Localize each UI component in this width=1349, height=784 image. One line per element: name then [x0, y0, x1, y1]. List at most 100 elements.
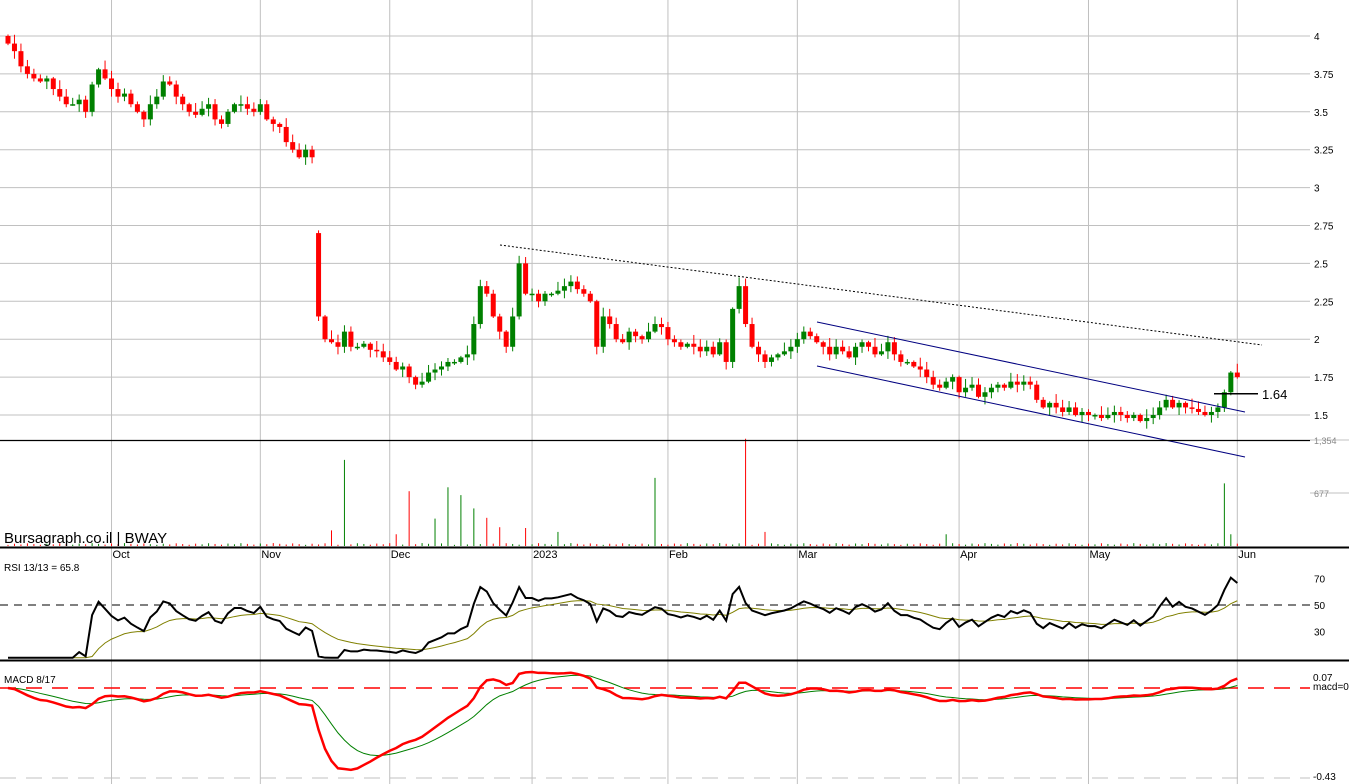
rsi-tick-label: 70	[1314, 575, 1326, 586]
candle-body	[361, 343, 367, 347]
candle-body	[665, 327, 671, 340]
candle-body	[1215, 407, 1221, 412]
candle-body	[1202, 411, 1208, 415]
candle-body	[762, 354, 768, 362]
candle-body	[387, 357, 393, 362]
candle-body	[866, 342, 872, 347]
candle-body	[154, 96, 160, 105]
macd-bottom-label: -0.43	[1313, 772, 1336, 783]
candle-body	[76, 99, 82, 105]
candle-body	[717, 342, 723, 355]
x-tick-label: Feb	[669, 549, 688, 561]
candle-body	[574, 281, 580, 290]
candle-body	[898, 354, 904, 362]
candle-body	[840, 346, 846, 352]
candle-body	[723, 342, 729, 362]
candle-body	[807, 331, 813, 337]
rsi-tick-label: 30	[1314, 627, 1326, 638]
candle-body	[419, 381, 425, 385]
candle-body	[160, 81, 166, 97]
candle-body	[109, 78, 115, 90]
x-tick-label: Jun	[1238, 549, 1256, 561]
candle-body	[283, 126, 289, 143]
candle-body	[1228, 372, 1234, 393]
candle-body	[1079, 411, 1085, 415]
candle-body	[904, 361, 910, 364]
candle-body	[658, 324, 664, 328]
candle-body	[102, 69, 108, 79]
candle-body	[316, 233, 322, 317]
candle-body	[1034, 384, 1040, 400]
candle-body	[891, 342, 897, 355]
candle-body	[859, 342, 865, 347]
candle-body	[788, 346, 794, 352]
candle-body	[1098, 415, 1104, 419]
candle-body	[704, 346, 710, 352]
candle-body	[147, 104, 153, 120]
candle-body	[587, 293, 593, 302]
stock-chart: 1.64 Bursagraph.co.il | BWAY Oct Nov Dec 20…	[0, 0, 1349, 784]
candle-body	[548, 293, 554, 296]
candle-body	[167, 81, 173, 85]
candle-body	[1001, 384, 1007, 388]
candle-body	[426, 372, 432, 382]
candle-body	[219, 119, 225, 124]
candle-body	[18, 51, 24, 67]
candle-body	[44, 78, 50, 82]
candle-body	[1105, 415, 1111, 419]
candle-body	[432, 369, 438, 373]
candle-body	[626, 331, 632, 343]
candle-body	[878, 351, 884, 355]
candle-body	[872, 346, 878, 355]
candle-body	[458, 357, 464, 362]
candle-body	[329, 339, 334, 343]
candle-body	[115, 89, 121, 97]
candle-body	[1111, 411, 1117, 415]
candle-body	[1118, 411, 1124, 415]
price-tick-label: 2.75	[1314, 222, 1334, 233]
candle-body	[1014, 381, 1020, 385]
price-tick-label: 2	[1314, 335, 1320, 346]
candle-body	[846, 351, 852, 358]
candle-body	[490, 293, 496, 317]
volume-tick-label: 677	[1314, 489, 1329, 499]
candle-body	[1040, 399, 1046, 408]
candle-body	[568, 281, 574, 287]
volume-tick-label: 1,354	[1314, 436, 1337, 446]
candle-body	[1131, 415, 1137, 419]
candle-body	[225, 111, 231, 124]
candle-body	[173, 84, 179, 97]
candle-body	[1183, 402, 1189, 408]
candle-body	[1047, 402, 1053, 408]
price-tick-label: 1.75	[1314, 373, 1334, 384]
candle-body	[1008, 381, 1014, 388]
candle-body	[206, 104, 212, 109]
candle-body	[1157, 407, 1163, 415]
candle-body	[1066, 407, 1072, 412]
candle-body	[1137, 415, 1143, 422]
candle-body	[380, 351, 386, 358]
candle-body	[484, 286, 490, 294]
candle-body	[633, 331, 639, 337]
candle-body	[180, 96, 186, 105]
candle-body	[374, 349, 380, 352]
candle-body	[529, 293, 535, 296]
candle-body	[96, 69, 102, 85]
candle-body	[238, 104, 244, 106]
rsi-tick-label: 50	[1314, 601, 1326, 612]
candle-body	[270, 119, 276, 124]
candle-body	[1234, 372, 1240, 378]
candle-body	[542, 293, 548, 302]
candle-body	[290, 142, 296, 150]
candle-body	[652, 324, 658, 332]
candle-body	[613, 324, 619, 340]
candle-body	[451, 361, 457, 364]
candle-body	[121, 93, 127, 97]
candle-body	[1092, 415, 1098, 417]
candle-body	[303, 149, 309, 158]
candle-body	[639, 336, 645, 340]
candle-body	[5, 36, 11, 44]
candle-body	[231, 104, 237, 112]
candle-body	[348, 331, 354, 347]
price-tick-label: 2.25	[1314, 297, 1334, 308]
